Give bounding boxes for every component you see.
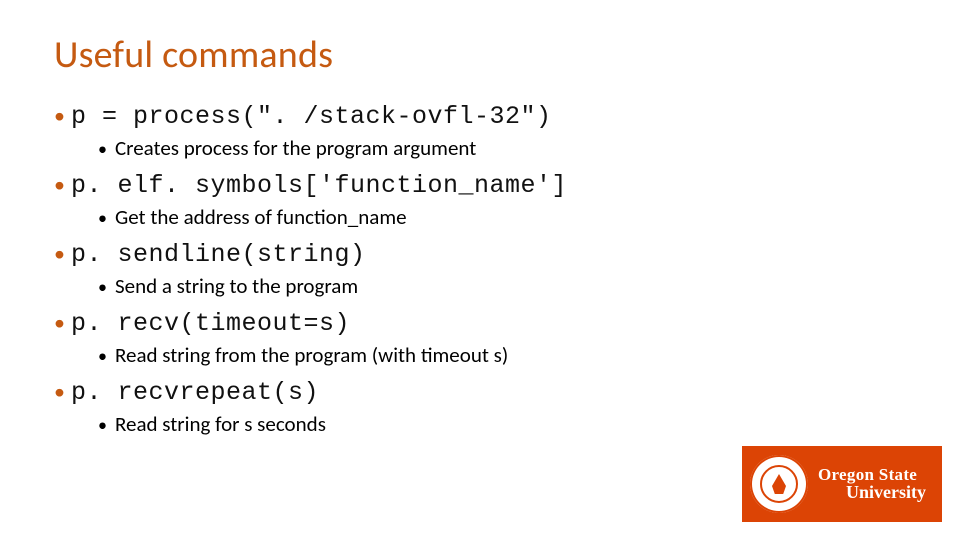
command-text: p = process(". /stack-ovfl-32") xyxy=(71,102,552,131)
list-item: • p. recvrepeat(s) xyxy=(54,378,906,407)
bullet-icon: • xyxy=(54,312,65,334)
bullet-icon: • xyxy=(54,243,65,265)
seal-inner-ring xyxy=(760,465,798,503)
bullet-icon: • xyxy=(54,381,65,403)
bullet-icon: • xyxy=(98,140,107,158)
list-subitem: • Get the address of function_name xyxy=(98,204,906,230)
list-subitem: • Read string from the program (with tim… xyxy=(98,342,906,368)
list-subitem: • Read string for s seconds xyxy=(98,411,906,437)
bullet-icon: • xyxy=(54,174,65,196)
logo-text: Oregon State University xyxy=(818,466,926,503)
command-text: p. recv(timeout=s) xyxy=(71,309,350,338)
command-text: p. sendline(string) xyxy=(71,240,366,269)
list-item: • p. recv(timeout=s) xyxy=(54,309,906,338)
description-text: Get the address of function_name xyxy=(115,204,407,230)
seal-shield-icon xyxy=(772,474,786,494)
list-item: • p. elf. symbols['function_name'] xyxy=(54,171,906,200)
list-subitem: • Send a string to the program xyxy=(98,273,906,299)
seal-icon xyxy=(750,455,808,513)
bullet-icon: • xyxy=(98,416,107,434)
slide-title: Useful commands xyxy=(54,32,906,78)
content-list: • p = process(". /stack-ovfl-32") • Crea… xyxy=(54,102,906,437)
description-text: Creates process for the program argument xyxy=(115,135,476,161)
description-text: Send a string to the program xyxy=(115,273,358,299)
bullet-icon: • xyxy=(98,209,107,227)
list-item: • p. sendline(string) xyxy=(54,240,906,269)
list-item: • p = process(". /stack-ovfl-32") xyxy=(54,102,906,131)
description-text: Read string for s seconds xyxy=(115,411,326,437)
command-text: p. recvrepeat(s) xyxy=(71,378,319,407)
logo-line1: Oregon State xyxy=(818,466,926,484)
bullet-icon: • xyxy=(98,347,107,365)
logo-line2: University xyxy=(818,483,926,502)
slide: Useful commands • p = process(". /stack-… xyxy=(0,0,960,540)
bullet-icon: • xyxy=(98,278,107,296)
bullet-icon: • xyxy=(54,105,65,127)
command-text: p. elf. symbols['function_name'] xyxy=(71,171,567,200)
list-subitem: • Creates process for the program argume… xyxy=(98,135,906,161)
description-text: Read string from the program (with timeo… xyxy=(115,342,508,368)
university-logo: Oregon State University xyxy=(742,446,942,522)
